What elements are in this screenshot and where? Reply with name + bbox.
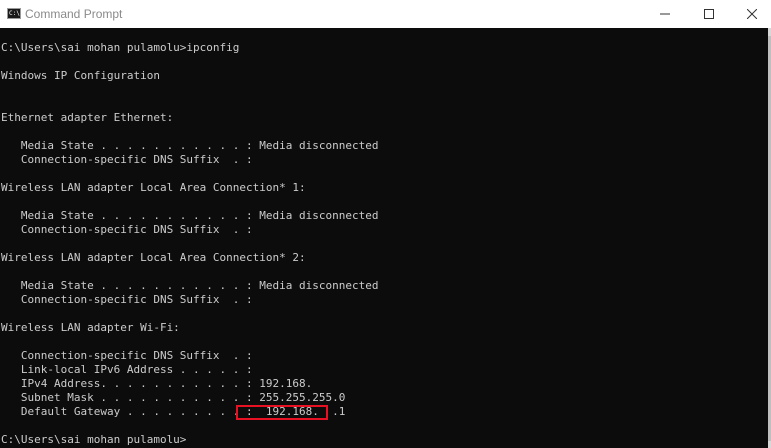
console-line: Wireless LAN adapter Wi-Fi: <box>1 321 180 334</box>
title-bar[interactable]: C:\ Command Prompt <box>0 0 771 28</box>
console-line: IPv4 Address. . . . . . . . . . . : 192.… <box>1 377 313 390</box>
command-prompt-line[interactable]: C:\Users\sai mohan pulamolu> <box>1 433 186 447</box>
console-line: Link-local IPv6 Address . . . . . : <box>1 363 253 376</box>
maximize-button[interactable] <box>688 0 730 28</box>
cmd-app-icon: C:\ <box>7 8 21 19</box>
console-line: Media State . . . . . . . . . . . : Medi… <box>1 209 379 222</box>
console-line: Wireless LAN adapter Local Area Connecti… <box>1 251 306 264</box>
console-line: Media State . . . . . . . . . . . : Medi… <box>1 139 379 152</box>
close-icon <box>747 9 757 19</box>
console-line: Connection-specific DNS Suffix . : <box>1 349 253 362</box>
console-line: Connection-specific DNS Suffix . : <box>1 293 253 306</box>
console-line: Media State . . . . . . . . . . . : Medi… <box>1 279 379 292</box>
command-prompt-window: C:\ Command Prompt C:\Users\sai mohan pu… <box>0 0 771 448</box>
default-gateway-highlight-box <box>236 405 328 420</box>
console-line: Subnet Mask . . . . . . . . . . . : 255.… <box>1 391 346 404</box>
console-line: Wireless LAN adapter Local Area Connecti… <box>1 181 306 194</box>
minimize-button[interactable] <box>644 0 686 28</box>
console-line: Ethernet adapter Ethernet: <box>1 111 174 124</box>
close-button[interactable] <box>731 0 771 28</box>
console-line: Connection-specific DNS Suffix . : <box>1 153 253 166</box>
console-line: Windows IP Configuration <box>1 69 160 82</box>
console-output[interactable]: C:\Users\sai mohan pulamolu>ipconfig Win… <box>0 28 771 448</box>
window-title: Command Prompt <box>25 7 123 21</box>
console-line: C:\Users\sai mohan pulamolu>ipconfig <box>1 41 240 54</box>
maximize-icon <box>704 9 714 19</box>
console-line: Connection-specific DNS Suffix . : <box>1 223 253 236</box>
minimize-icon <box>660 13 670 15</box>
